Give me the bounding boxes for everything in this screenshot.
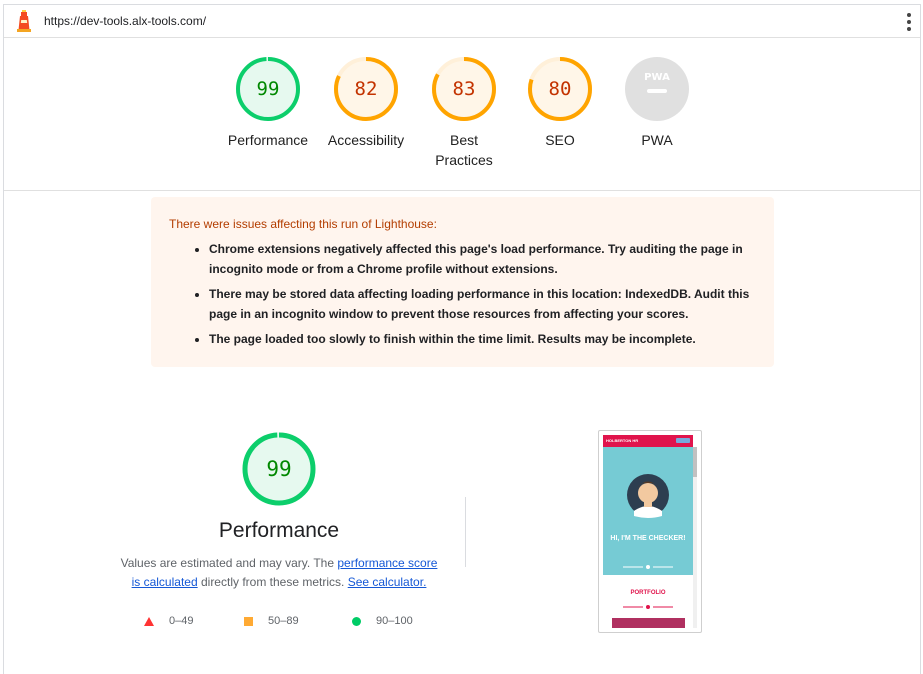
screenshot-navbar: HOLBERTON HR — [603, 435, 693, 447]
screenshot-nav-button — [676, 438, 690, 443]
performance-score-link[interactable]: performance score — [337, 556, 437, 570]
warning-item: Chrome extensions negatively affected th… — [209, 239, 756, 279]
page-screenshot-thumbnail[interactable]: HOLBERTON HR HI, I'M THE CHECKER! PORTFO… — [598, 430, 702, 633]
gauge-accessibility-label: Accessibility — [327, 132, 405, 148]
url-bar: https://dev-tools.alx-tools.com/ — [4, 5, 920, 38]
gauge-accessibility[interactable]: 82 Accessibility — [317, 56, 415, 150]
gauge-seo-label: SEO — [545, 132, 575, 148]
star-divider-icon — [623, 565, 673, 569]
desc-text: Values are estimated and may vary. The — [120, 556, 338, 570]
circle-icon — [352, 616, 361, 626]
legend-range: 50–89 — [268, 615, 299, 627]
screenshot-hero-text: HI, I'M THE CHECKER! — [610, 535, 686, 542]
screenshot-portfolio-card — [612, 618, 685, 628]
pwa-badge-icon: PWA — [625, 57, 689, 121]
pwa-badge-text: PWA — [644, 72, 670, 83]
screenshot-nav-title: HOLBERTON HR — [606, 438, 639, 443]
screenshot-portfolio-heading: PORTFOLIO — [630, 590, 666, 596]
screenshot-hero: HI, I'M THE CHECKER! — [603, 447, 693, 575]
is-calculated-link[interactable]: is calculated — [132, 575, 198, 589]
warnings-box: There were issues affecting this run of … — [151, 197, 774, 367]
gauge-accessibility-ring: 82 — [334, 57, 398, 121]
performance-gauge: 99 — [242, 432, 316, 506]
legend-pass: 90–100 — [352, 615, 413, 627]
gauge-performance-ring: 99 — [236, 57, 300, 121]
screenshot-content: HOLBERTON HR HI, I'M THE CHECKER! PORTFO… — [603, 435, 697, 628]
gauge-best-practices-label-line: Practices — [435, 152, 493, 168]
gauge-best-practices-score: 83 — [453, 78, 476, 100]
url-text[interactable]: https://dev-tools.alx-tools.com/ — [44, 14, 206, 28]
more-menu-icon[interactable] — [906, 13, 912, 31]
warning-item: The page loaded too slowly to finish wit… — [209, 329, 756, 349]
gauge-best-practices-label-line: Best — [449, 132, 478, 148]
square-icon — [244, 616, 253, 626]
performance-title: Performance — [218, 519, 340, 542]
avatar-icon — [627, 474, 669, 518]
score-gauges: 99 Performance 82 Accessibility 83 Best … — [4, 38, 920, 191]
desc-text: directly from these metrics. — [197, 575, 348, 589]
screenshot-scrollbar — [693, 447, 697, 628]
gauge-performance[interactable]: 99 Performance — [219, 56, 317, 150]
performance-description: Values are estimated and may vary. The p… — [114, 554, 444, 592]
gauge-performance-label: Performance — [227, 132, 309, 148]
lighthouse-report: https://dev-tools.alx-tools.com/ 99 Perf… — [3, 4, 921, 674]
legend-range: 0–49 — [169, 615, 194, 627]
gauge-pwa[interactable]: PWA PWA — [608, 56, 706, 150]
legend-range: 90–100 — [376, 615, 413, 627]
star-divider-icon — [623, 605, 673, 609]
score-legend: 0–49 50–89 90–100 — [132, 615, 432, 631]
gauge-best-practices[interactable]: 83 Best Practices — [415, 56, 513, 170]
gauge-performance-score: 99 — [257, 78, 280, 100]
gauge-pwa-label: PWA — [641, 132, 673, 148]
section-divider — [465, 497, 466, 567]
gauge-seo-ring: 80 — [528, 57, 592, 121]
warning-item: There may be stored data affecting loadi… — [209, 284, 756, 324]
lighthouse-logo-icon — [17, 10, 31, 32]
legend-average: 50–89 — [244, 615, 299, 627]
warnings-title: There were issues affecting this run of … — [169, 217, 437, 231]
performance-score: 99 — [266, 457, 291, 481]
legend-fail: 0–49 — [144, 615, 193, 627]
see-calculator-link[interactable]: See calculator. — [348, 575, 427, 589]
gauge-accessibility-score: 82 — [355, 78, 378, 100]
performance-section: 99 Performance Values are estimated and … — [114, 431, 444, 592]
gauge-seo[interactable]: 80 SEO — [511, 56, 609, 150]
gauge-best-practices-label: Best Practices — [415, 130, 513, 170]
gauge-best-practices-ring: 83 — [432, 57, 496, 121]
gauge-seo-score: 80 — [549, 78, 572, 100]
warnings-list: Chrome extensions negatively affected th… — [209, 239, 756, 349]
triangle-icon — [144, 616, 154, 626]
